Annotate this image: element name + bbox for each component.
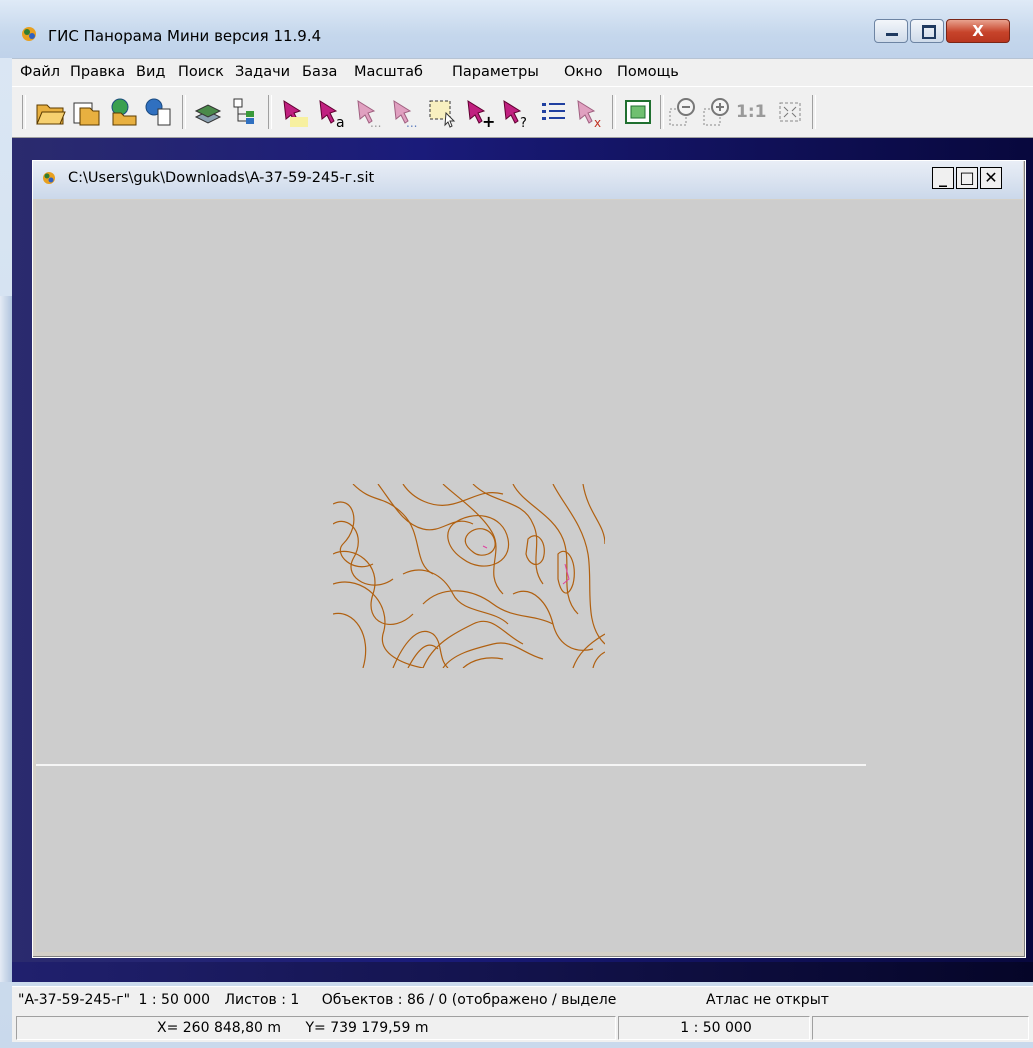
window-title: ГИС Панорама Мини версия 11.9.4 <box>48 27 322 45</box>
select-text-icon[interactable]: a <box>316 95 348 129</box>
status-map-name: "A-37-59-245-г" <box>18 992 131 1008</box>
map-document-path: C:\Users\guk\Downloads\A-37-59-245-г.sit <box>68 170 375 186</box>
menu-parameters[interactable]: Параметры <box>452 64 539 80</box>
status-bar-bottom: X= 260 848,80 m Y= 739 179,59 m 1 : 50 0… <box>12 1014 1033 1042</box>
mdi-bottom-strip <box>12 962 1033 982</box>
zoom-out-icon[interactable] <box>668 95 700 129</box>
deselect-icon[interactable]: x <box>574 95 606 129</box>
status-empty-cell <box>812 1016 1029 1040</box>
open-folder-icon[interactable] <box>34 95 66 129</box>
close-button[interactable]: X <box>946 19 1010 43</box>
child-close-button[interactable]: ✕ <box>980 167 1002 189</box>
status-y-coord: Y= 739 179,59 m <box>305 1020 429 1036</box>
window-left-edge <box>0 296 12 982</box>
select-object-icon[interactable] <box>278 95 310 129</box>
add-object-icon[interactable]: + <box>464 95 496 129</box>
menu-tasks[interactable]: Задачи <box>235 64 290 80</box>
status-objects: Объектов : 86 / 0 (отображено / выделе <box>321 992 617 1008</box>
contour-map[interactable] <box>333 484 605 668</box>
svg-text:a: a <box>336 115 345 129</box>
menu-search[interactable]: Поиск <box>178 64 224 80</box>
app-icon <box>22 27 36 41</box>
menu-help[interactable]: Помощь <box>617 64 679 80</box>
svg-text:x: x <box>594 116 601 129</box>
minimize-button[interactable] <box>874 19 908 43</box>
zoom-in-icon[interactable] <box>702 95 734 129</box>
maximize-button[interactable] <box>910 19 944 43</box>
scale-one-icon[interactable]: 1:1 <box>736 95 770 129</box>
toolbar: a ... ... + ? x 1:1 <box>12 86 1033 138</box>
status-scale: 1 : 50 000 <box>138 992 211 1008</box>
menu-window[interactable]: Окно <box>564 64 603 80</box>
open-doc-globe-icon[interactable] <box>143 95 175 129</box>
menu-file[interactable]: Файл <box>20 64 60 80</box>
map-document-icon <box>43 172 55 184</box>
menu-edit[interactable]: Правка <box>70 64 125 80</box>
menu-base[interactable]: База <box>302 64 337 80</box>
svg-text:+: + <box>482 112 495 129</box>
menu-bar: Файл Правка Вид Поиск Задачи База Масшта… <box>12 58 1033 87</box>
svg-text:...: ... <box>370 116 381 129</box>
menu-view[interactable]: Вид <box>136 64 165 80</box>
status-x-coord: X= 260 848,80 m <box>157 1020 282 1036</box>
tree-icon[interactable] <box>230 95 262 129</box>
map-horizontal-line <box>36 764 866 766</box>
status-map-info: "A-37-59-245-г" 1 : 50 000 Листов : 1 Об… <box>12 989 700 1013</box>
child-minimize-button[interactable]: _ <box>932 167 954 189</box>
svg-text:?: ? <box>520 116 527 129</box>
list-icon[interactable] <box>538 95 570 129</box>
status-bar-top: "A-37-59-245-г" 1 : 50 000 Листов : 1 Об… <box>12 986 1033 1015</box>
select-dots2-icon[interactable]: ... <box>390 95 422 129</box>
open-globe-icon[interactable] <box>107 95 139 129</box>
status-scale-cell: 1 : 50 000 <box>618 1016 810 1040</box>
query-object-icon[interactable]: ? <box>500 95 532 129</box>
child-maximize-button[interactable]: □ <box>956 167 978 189</box>
status-sheets: Листов : 1 <box>224 992 300 1008</box>
svg-text:...: ... <box>406 116 417 129</box>
select-dots-icon[interactable]: ... <box>354 95 386 129</box>
open-files-icon[interactable] <box>70 95 102 129</box>
status-atlas-text: Атлас не открыт <box>706 992 829 1008</box>
status-atlas: Атлас не открыт <box>702 989 1033 1013</box>
fit-window-icon[interactable] <box>622 95 654 129</box>
status-coordinates: X= 260 848,80 m Y= 739 179,59 m <box>16 1016 616 1040</box>
menu-scale[interactable]: Масштаб <box>354 64 423 80</box>
full-extent-icon[interactable] <box>774 95 806 129</box>
select-area-icon[interactable] <box>426 95 458 129</box>
status-scale-value: 1 : 50 000 <box>680 1020 752 1036</box>
layers-icon[interactable] <box>192 95 224 129</box>
